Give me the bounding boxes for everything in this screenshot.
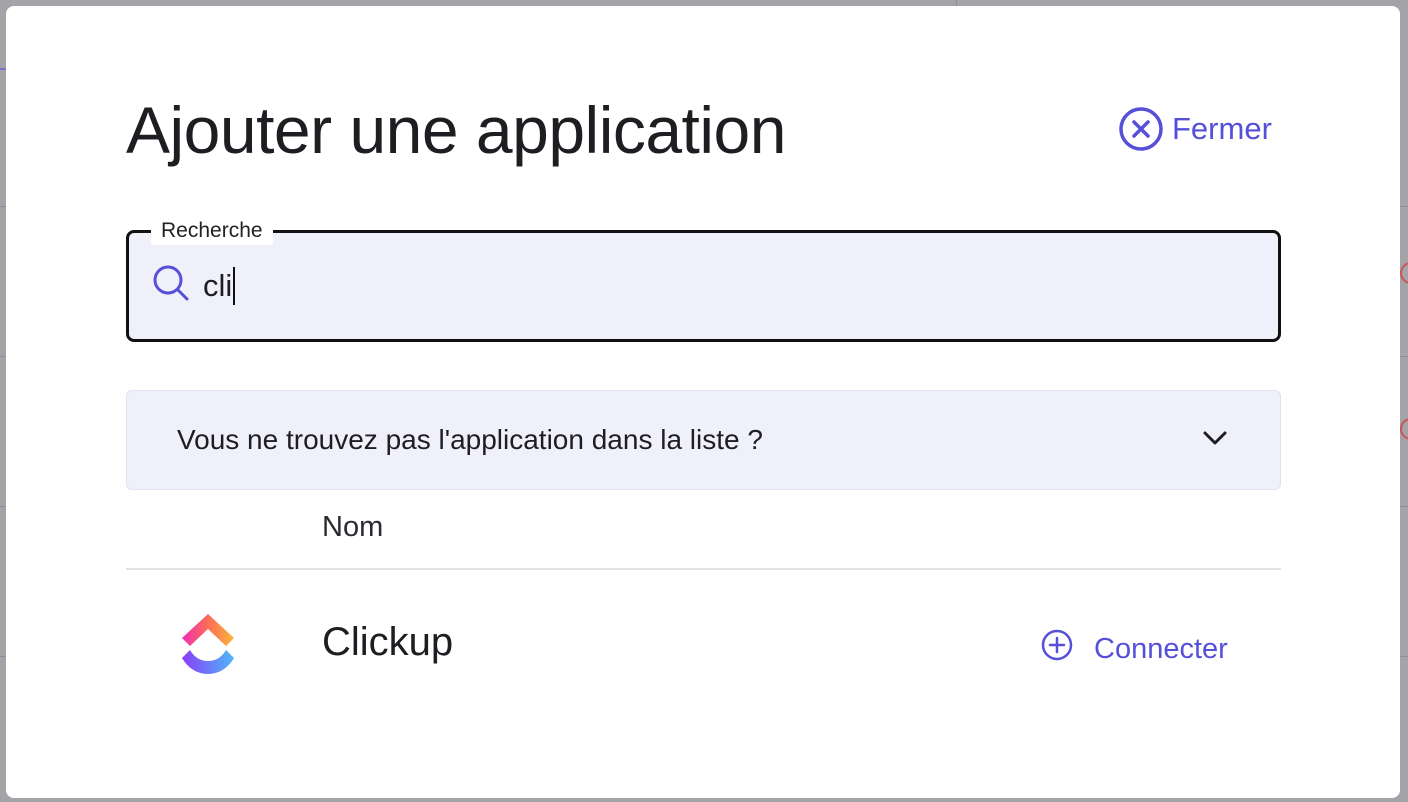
background-divider (1400, 656, 1408, 657)
chevron-down-icon[interactable] (1202, 430, 1228, 451)
table-divider (126, 568, 1281, 570)
plus-circle-icon (1040, 628, 1074, 670)
search-label: Recherche (151, 217, 273, 245)
connect-button[interactable]: Connecter (1040, 628, 1228, 670)
connect-button-label: Connecter (1094, 632, 1228, 665)
accordion-label: Vous ne trouvez pas l'application dans l… (177, 424, 763, 455)
search-input-value: cli (203, 267, 233, 303)
background-status-icon (1400, 418, 1408, 440)
close-circle-icon (1118, 106, 1164, 152)
add-application-modal: Ajouter une application Fermer Recherche… (6, 6, 1400, 798)
close-button-label: Fermer (1172, 111, 1272, 146)
missing-app-accordion[interactable]: Vous ne trouvez pas l'application dans l… (126, 390, 1281, 490)
search-input[interactable]: cli (203, 266, 236, 305)
background-divider (1400, 206, 1408, 207)
background-status-icon (1400, 262, 1408, 284)
column-header-name: Nom (322, 511, 384, 543)
app-name: Clickup (322, 620, 454, 664)
background-divider (1400, 506, 1408, 507)
background-divider (1400, 356, 1408, 357)
table-row: Clickup Connecter (126, 572, 1281, 712)
text-cursor (233, 266, 236, 305)
modal-title: Ajouter une application (126, 93, 786, 167)
close-button[interactable]: Fermer (1118, 106, 1272, 152)
search-icon (151, 263, 191, 308)
search-field[interactable]: Recherche cli (126, 217, 1281, 342)
clickup-logo (180, 610, 236, 681)
